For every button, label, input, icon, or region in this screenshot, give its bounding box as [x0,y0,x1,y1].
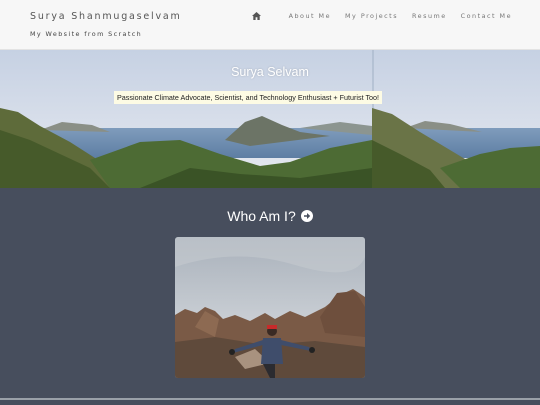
hero-title: Surya Selvam [231,65,309,79]
section-divider [0,398,540,400]
site-brand[interactable]: Surya Shanmugaselvam [30,11,182,22]
nav-menu: About Me My Projects Resume Contact Me [251,12,512,20]
hero-banner: Surya Selvam Passionate Climate Advocate… [0,50,540,188]
site-tagline: My Website from Scratch [30,30,143,38]
hero-subtitle: Passionate Climate Advocate, Scientist, … [114,91,383,104]
about-heading-text: Who Am I? [227,208,296,224]
nav-about-me[interactable]: About Me [289,12,331,20]
nav-contact-me[interactable]: Contact Me [461,12,512,20]
profile-photo [175,237,365,378]
top-navbar: Surya Shanmugaselvam My Website from Scr… [0,0,540,50]
nav-my-projects[interactable]: My Projects [345,12,398,20]
arrow-circle-right-icon[interactable] [300,210,313,222]
about-heading: Who Am I? [0,208,540,224]
home-icon[interactable] [251,12,261,20]
about-section: Who Am I? [0,188,540,405]
nav-resume[interactable]: Resume [412,12,447,20]
